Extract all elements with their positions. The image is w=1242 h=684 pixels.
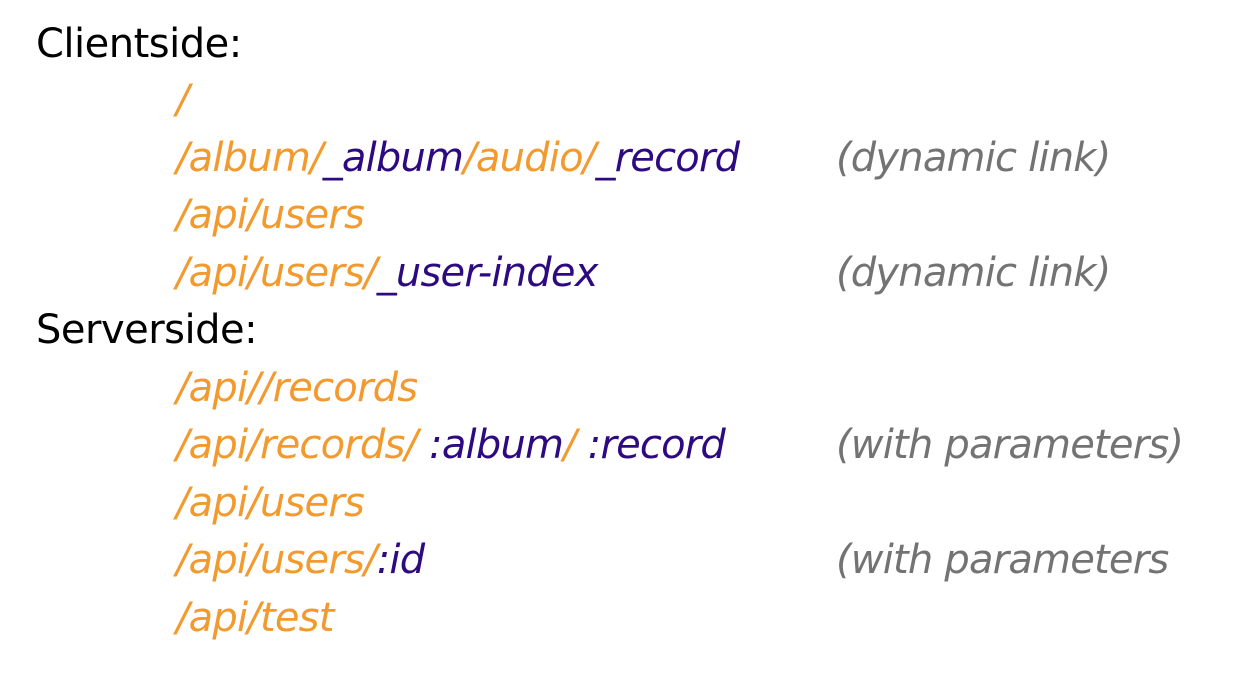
route-param-segment: _user-index bbox=[376, 250, 599, 296]
route-segment: /api/test bbox=[176, 595, 334, 641]
route-segment: / bbox=[176, 77, 189, 123]
route-path: / bbox=[176, 76, 189, 124]
route-path: /api/test bbox=[176, 594, 334, 642]
route-path: /api/users bbox=[176, 191, 365, 239]
route-segment: /api/users/ bbox=[176, 537, 378, 583]
route-listing: Clientside: / /album/_album/audio/_recor… bbox=[0, 0, 1242, 684]
route-segment: /api/users/ bbox=[176, 250, 378, 296]
route-row: /api/test bbox=[176, 594, 1236, 644]
route-param-segment: _album bbox=[322, 135, 464, 181]
route-segment: /api/users bbox=[176, 480, 365, 526]
route-param-segment: :album bbox=[417, 422, 564, 468]
route-row: /album/_album/audio/_record (dynamic lin… bbox=[176, 134, 1236, 184]
route-row: /api/users/:id (with parameters bbox=[176, 536, 1236, 586]
route-note: (dynamic link) bbox=[836, 135, 1111, 181]
route-param-segment: :id bbox=[376, 537, 425, 583]
route-segment: /api//records bbox=[176, 365, 418, 411]
route-segment: /album/ bbox=[176, 135, 323, 181]
clientside-heading: Clientside: bbox=[36, 21, 242, 67]
route-segment: / bbox=[563, 422, 576, 468]
route-row: /api/users/_user-index (dynamic link) bbox=[176, 249, 1236, 299]
route-param-segment: _record bbox=[595, 135, 740, 181]
route-row: /api/users bbox=[176, 479, 1236, 529]
route-segment: /api/records/ bbox=[176, 422, 418, 468]
route-path: /api/users bbox=[176, 479, 365, 527]
route-row: /api/records/ :album/ :record (with para… bbox=[176, 421, 1236, 471]
route-note: (with parameters bbox=[836, 537, 1169, 583]
route-path: /api/users/:id bbox=[176, 536, 425, 584]
serverside-heading: Serverside: bbox=[36, 307, 258, 353]
route-row: /api/users bbox=[176, 191, 1236, 241]
route-path: /api/users/_user-index bbox=[176, 249, 598, 297]
route-path: /album/_album/audio/_record bbox=[176, 134, 740, 182]
route-path: /api//records bbox=[176, 364, 418, 412]
route-segment: /audio/ bbox=[463, 135, 596, 181]
route-segment: /api/users bbox=[176, 192, 365, 238]
route-note: (with parameters) bbox=[836, 422, 1184, 468]
route-path: /api/records/ :album/ :record bbox=[176, 421, 726, 469]
route-note: (dynamic link) bbox=[836, 250, 1111, 296]
route-row: /api//records bbox=[176, 364, 1236, 414]
route-row: / bbox=[176, 76, 1236, 126]
route-param-segment: :record bbox=[575, 422, 726, 468]
